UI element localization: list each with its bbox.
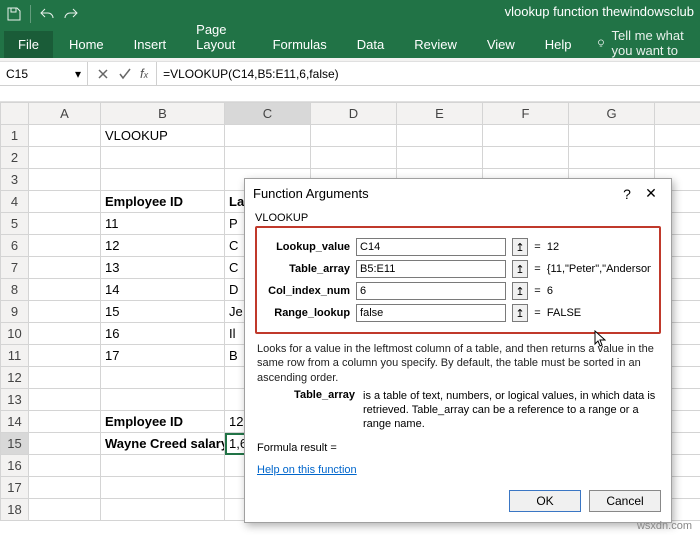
save-icon[interactable] — [6, 6, 22, 22]
arg-input-table-array[interactable] — [356, 260, 506, 278]
bulb-icon — [596, 35, 606, 51]
cell-B14[interactable]: Employee ID — [101, 411, 225, 433]
accept-formula-icon[interactable] — [118, 67, 132, 81]
help-link[interactable]: Help on this function — [257, 464, 357, 476]
row-18[interactable]: 18 — [1, 499, 29, 521]
row-17[interactable]: 17 — [1, 477, 29, 499]
cell-B15[interactable]: Wayne Creed salary — [101, 433, 225, 455]
row-10[interactable]: 10 — [1, 323, 29, 345]
tab-formulas[interactable]: Formulas — [259, 31, 341, 58]
row-2[interactable]: 2 — [1, 147, 29, 169]
row-11[interactable]: 11 — [1, 345, 29, 367]
tab-review[interactable]: Review — [400, 31, 471, 58]
arg-input-lookup-value[interactable] — [356, 238, 506, 256]
row-4[interactable]: 4 — [1, 191, 29, 213]
arg-result-col-index: 6 — [547, 285, 651, 297]
arg-result-lookup-value: 12 — [547, 241, 651, 253]
col-H[interactable] — [655, 103, 700, 125]
ok-button[interactable]: OK — [509, 490, 581, 512]
col-A[interactable]: A — [29, 103, 101, 125]
row-3[interactable]: 3 — [1, 169, 29, 191]
row-6[interactable]: 6 — [1, 235, 29, 257]
tab-page-layout[interactable]: Page Layout — [182, 16, 256, 58]
param-name: Table_array — [257, 389, 355, 432]
cancel-button[interactable]: Cancel — [589, 490, 661, 512]
row-14[interactable]: 14 — [1, 411, 29, 433]
row-1[interactable]: 1 — [1, 125, 29, 147]
row-8[interactable]: 8 — [1, 279, 29, 301]
row-16[interactable]: 16 — [1, 455, 29, 477]
arg-input-col-index[interactable] — [356, 282, 506, 300]
range-picker-icon[interactable]: ↥ — [512, 238, 528, 256]
col-D[interactable]: D — [311, 103, 397, 125]
col-E[interactable]: E — [397, 103, 483, 125]
cancel-formula-icon[interactable] — [96, 67, 110, 81]
dialog-titlebar[interactable]: Function Arguments ? ✕ — [245, 179, 671, 208]
arg-result-range-lookup: FALSE — [547, 307, 651, 319]
tab-insert[interactable]: Insert — [120, 31, 181, 58]
col-G[interactable]: G — [569, 103, 655, 125]
arg-label-range-lookup: Range_lookup — [265, 307, 350, 319]
arguments-box: Lookup_value ↥ = 12 Table_array ↥ = {11,… — [255, 226, 661, 334]
cell-B7[interactable]: 13 — [101, 257, 225, 279]
cell-B9[interactable]: 15 — [101, 301, 225, 323]
redo-icon[interactable] — [63, 6, 79, 22]
tell-me-label: Tell me what you want to — [612, 28, 700, 58]
formula-bar: C15 ▾ fx =VLOOKUP(C14,B5:E11,6,false) — [0, 62, 700, 86]
row-5[interactable]: 5 — [1, 213, 29, 235]
tab-home[interactable]: Home — [55, 31, 118, 58]
cell-B8[interactable]: 14 — [101, 279, 225, 301]
tab-data[interactable]: Data — [343, 31, 398, 58]
formula-input[interactable]: =VLOOKUP(C14,B5:E11,6,false) — [157, 62, 700, 85]
arg-label-lookup-value: Lookup_value — [265, 241, 350, 253]
param-text: is a table of text, numbers, or logical … — [363, 389, 659, 432]
window-title: vlookup function thewindowsclub — [505, 4, 694, 19]
row-13[interactable]: 13 — [1, 389, 29, 411]
cell-B5[interactable]: 11 — [101, 213, 225, 235]
arg-label-table-array: Table_array — [265, 263, 350, 275]
arg-input-range-lookup[interactable] — [356, 304, 506, 322]
name-box[interactable]: C15 ▾ — [0, 62, 88, 85]
row-7[interactable]: 7 — [1, 257, 29, 279]
col-B[interactable]: B — [101, 103, 225, 125]
formula-result: Formula result = — [257, 442, 659, 454]
function-name: VLOOKUP — [255, 212, 661, 224]
chevron-down-icon[interactable]: ▾ — [75, 67, 81, 81]
cell-B6[interactable]: 12 — [101, 235, 225, 257]
tab-view[interactable]: View — [473, 31, 529, 58]
cell-B11[interactable]: 17 — [101, 345, 225, 367]
close-icon[interactable]: ✕ — [639, 185, 663, 202]
row-9[interactable]: 9 — [1, 301, 29, 323]
tell-me-search[interactable]: Tell me what you want to — [596, 28, 700, 58]
col-C[interactable]: C — [225, 103, 311, 125]
watermark: wsxdn.com — [637, 520, 692, 532]
cell-B4[interactable]: Employee ID — [101, 191, 225, 213]
function-description: Looks for a value in the leftmost column… — [257, 342, 659, 385]
row-12[interactable]: 12 — [1, 367, 29, 389]
ribbon-tabs: File Home Insert Page Layout Formulas Da… — [0, 28, 700, 58]
name-box-value: C15 — [6, 67, 28, 81]
col-F[interactable]: F — [483, 103, 569, 125]
arg-result-table-array: {11,"Peter","Anderson",77030;12,"Cree — [547, 263, 651, 275]
quick-access-toolbar: vlookup function thewindowsclub — [0, 0, 700, 28]
cell-B1[interactable]: VLOOKUP — [101, 125, 225, 147]
dialog-title: Function Arguments — [253, 186, 369, 201]
arg-label-col-index: Col_index_num — [265, 285, 350, 297]
undo-icon[interactable] — [39, 6, 55, 22]
cell-B10[interactable]: 16 — [101, 323, 225, 345]
fx-icon[interactable]: fx — [140, 66, 148, 81]
range-picker-icon[interactable]: ↥ — [512, 304, 528, 322]
dialog-help-icon[interactable]: ? — [615, 186, 639, 202]
range-picker-icon[interactable]: ↥ — [512, 260, 528, 278]
tab-help[interactable]: Help — [531, 31, 586, 58]
range-picker-icon[interactable]: ↥ — [512, 282, 528, 300]
row-15[interactable]: 15 — [1, 433, 29, 455]
formula-text: =VLOOKUP(C14,B5:E11,6,false) — [163, 67, 339, 81]
function-arguments-dialog: Function Arguments ? ✕ VLOOKUP Lookup_va… — [244, 178, 672, 523]
tab-file[interactable]: File — [4, 31, 53, 58]
